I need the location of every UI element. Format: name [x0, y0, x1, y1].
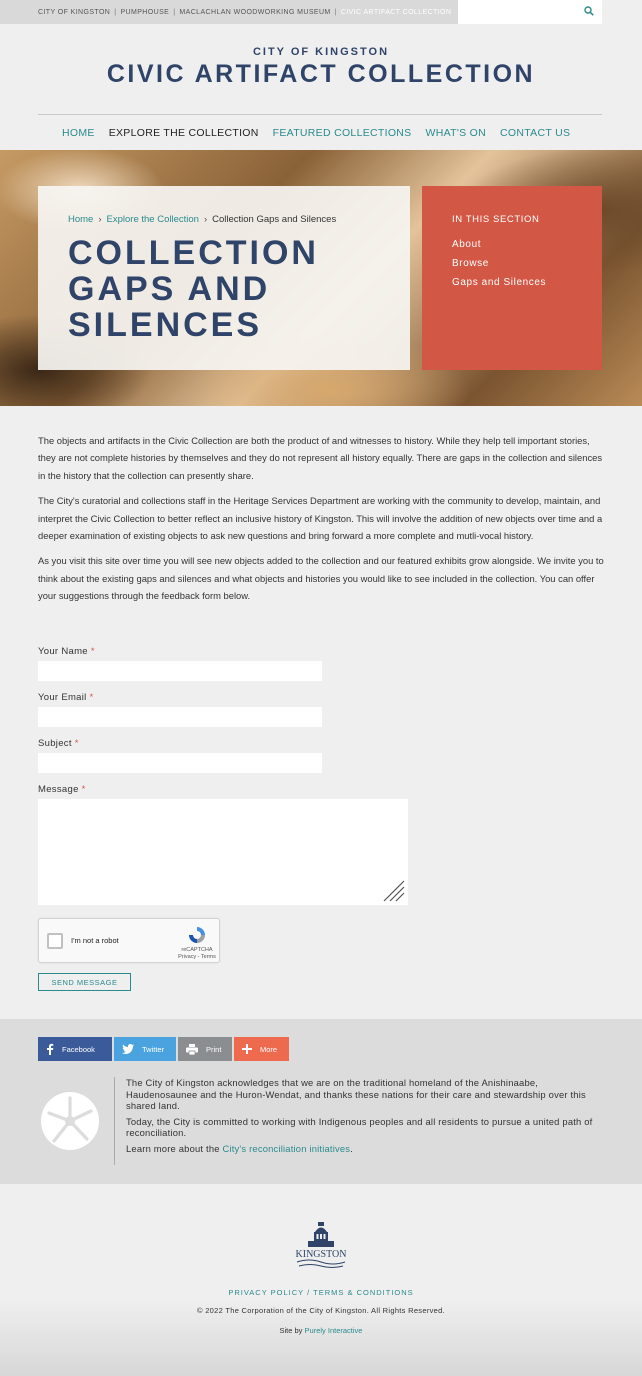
- separator: |: [334, 8, 337, 16]
- recaptcha-checkbox[interactable]: [47, 933, 63, 949]
- acknowledgement-text: Learn more about the City's reconciliati…: [126, 1142, 353, 1154]
- separator: |: [114, 8, 117, 16]
- section-link-about[interactable]: About: [452, 235, 572, 254]
- print-button[interactable]: Print: [178, 1037, 232, 1061]
- intro-paragraph: The objects and artifacts in the Civic C…: [38, 435, 603, 481]
- site-link-current[interactable]: CIVIC ARTIFACT COLLECTION: [341, 9, 452, 16]
- land-acknowledgement: The City of Kingston acknowledges that w…: [126, 1077, 602, 1158]
- acknowledgement-text: Today, the City is committed to working …: [126, 1115, 593, 1139]
- breadcrumb: Home › Explore the Collection › Collection G…: [68, 214, 380, 225]
- kingston-logo[interactable]: KINGSTON: [291, 1220, 351, 1272]
- subject-label: Subject *: [38, 738, 79, 749]
- page-header-card: Home › Explore the Collection › Collection G…: [38, 186, 410, 370]
- site-brand[interactable]: CITY OF KINGSTON CIVIC ARTIFACT COLLECTI…: [0, 46, 642, 89]
- chevron-right-icon: ›: [203, 214, 208, 225]
- site-link-woodworking-museum[interactable]: MACLACHLAN WOODWORKING MUSEUM: [179, 9, 330, 16]
- twitter-icon: [122, 1044, 134, 1054]
- brand-subtitle: CITY OF KINGSTON: [252, 46, 390, 58]
- body-paragraph: As you visit this site over time you wil…: [38, 555, 604, 602]
- main-nav: HOME EXPLORE THE COLLECTION FEATURED COL…: [38, 114, 602, 150]
- divider: [114, 1077, 115, 1165]
- section-link-browse[interactable]: Browse: [452, 254, 572, 273]
- facebook-icon: [47, 1043, 54, 1055]
- chevron-right-icon: ›: [98, 214, 102, 225]
- resize-handle-icon[interactable]: [382, 879, 406, 903]
- section-nav-heading: IN THIS SECTION: [452, 214, 540, 225]
- facebook-share-button[interactable]: Facebook: [38, 1037, 112, 1061]
- site-footer: KINGSTON PRIVACY POLICY / TERMS & CONDIT…: [0, 1184, 642, 1376]
- recaptcha-widget: I'm not a robot reCAPTCHA Privacy - Terms: [38, 918, 220, 963]
- plus-icon: [242, 1044, 252, 1054]
- utility-bar: CITY OF KINGSTON | PUMPHOUSE | MACLACHLA…: [0, 0, 642, 24]
- recaptcha-brand: reCAPTCHA Privacy - Terms: [171, 947, 223, 961]
- separator: |: [173, 8, 176, 16]
- site-credit: Site by Purely Interactive: [279, 1326, 363, 1335]
- recaptcha-links[interactable]: Privacy - Terms: [171, 954, 223, 961]
- site-link-city[interactable]: CITY OF KINGSTON: [38, 9, 110, 16]
- acknowledgement-text: The City of Kingston acknowledges that w…: [126, 1077, 586, 1111]
- nav-featured-collections[interactable]: FEATURED COLLECTIONS: [273, 127, 412, 139]
- nav-contact-us[interactable]: CONTACT US: [500, 127, 570, 139]
- privacy-terms-link[interactable]: PRIVACY POLICY / TERMS & CONDITIONS: [0, 1288, 642, 1297]
- acknowledgement-logo-icon: [41, 1092, 99, 1150]
- recaptcha-logo-icon: [189, 927, 205, 943]
- nav-explore-collection[interactable]: EXPLORE THE COLLECTION: [109, 127, 259, 139]
- more-share-button[interactable]: More: [234, 1037, 289, 1061]
- section-nav: IN THIS SECTION About Browse Gaps and Si…: [422, 186, 602, 370]
- reconciliation-link[interactable]: City's reconciliation initiatives: [222, 1143, 350, 1154]
- search-icon[interactable]: [584, 6, 594, 16]
- twitter-share-button[interactable]: Twitter: [114, 1037, 176, 1061]
- kingston-logo-text: KINGSTON: [296, 1249, 347, 1260]
- email-label: Your Email *: [38, 692, 94, 703]
- hero-banner: Home › Explore the Collection › Collection G…: [0, 150, 642, 406]
- breadcrumb-current: Collection Gaps and Silences: [212, 214, 337, 225]
- message-label: Message *: [38, 784, 86, 795]
- subject-field[interactable]: [38, 753, 322, 773]
- send-message-button[interactable]: SEND MESSAGE: [38, 973, 131, 991]
- name-label: Your Name *: [38, 646, 95, 657]
- brand-title: CIVIC ARTIFACT COLLECTION: [106, 60, 536, 88]
- email-field[interactable]: [38, 707, 322, 727]
- purely-interactive-link[interactable]: Purely Interactive: [305, 1326, 363, 1335]
- share-buttons: Facebook Twitter Print More: [38, 1037, 289, 1061]
- name-field[interactable]: [38, 661, 322, 681]
- nav-home[interactable]: HOME: [62, 127, 95, 139]
- section-link-gaps-silences[interactable]: Gaps and Silences: [452, 273, 572, 292]
- message-field[interactable]: [38, 799, 408, 905]
- breadcrumb-home[interactable]: Home: [68, 214, 93, 225]
- print-icon: [186, 1043, 198, 1055]
- breadcrumb-explore[interactable]: Explore the Collection: [107, 214, 199, 225]
- main-content: The objects and artifacts in the Civic C…: [38, 432, 604, 613]
- site-switcher: CITY OF KINGSTON | PUMPHOUSE | MACLACHLA…: [0, 0, 458, 24]
- nav-whats-on[interactable]: WHAT'S ON: [425, 127, 486, 139]
- site-link-pumphouse[interactable]: PUMPHOUSE: [120, 9, 169, 16]
- copyright: © 2022 The Corporation of the City of Ki…: [197, 1306, 445, 1315]
- feedback-form: Your Name * Your Email * Subject * Messa…: [38, 646, 438, 991]
- body-paragraph: The City's curatorial and collections st…: [38, 495, 603, 542]
- search-input[interactable]: [458, 0, 602, 24]
- share-and-acknowledgement: Facebook Twitter Print More The City of …: [0, 1019, 642, 1184]
- recaptcha-label: I'm not a robot: [71, 936, 119, 945]
- page-title: COLLECTION GAPS AND SILENCES: [68, 234, 319, 344]
